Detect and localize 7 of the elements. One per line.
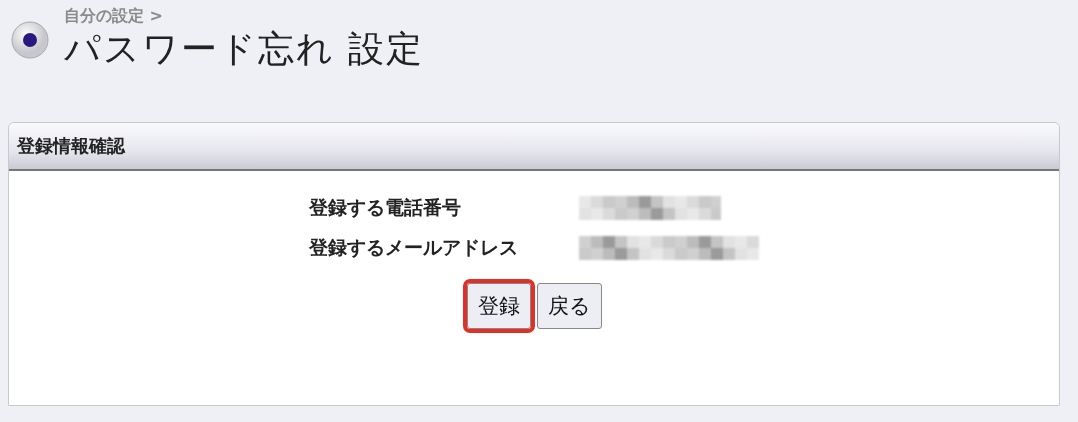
breadcrumb: 自分の設定 > — [64, 6, 164, 26]
page-title: パスワード忘れ 設定 — [64, 27, 425, 71]
field-label: 登録する電話番号 — [309, 195, 462, 220]
panel-heading: 登録情報確認 — [9, 123, 1059, 171]
radio-bullet-icon — [10, 20, 50, 60]
back-button[interactable]: 戻る — [536, 283, 602, 329]
field-label: 登録するメールアドレス — [309, 235, 519, 260]
